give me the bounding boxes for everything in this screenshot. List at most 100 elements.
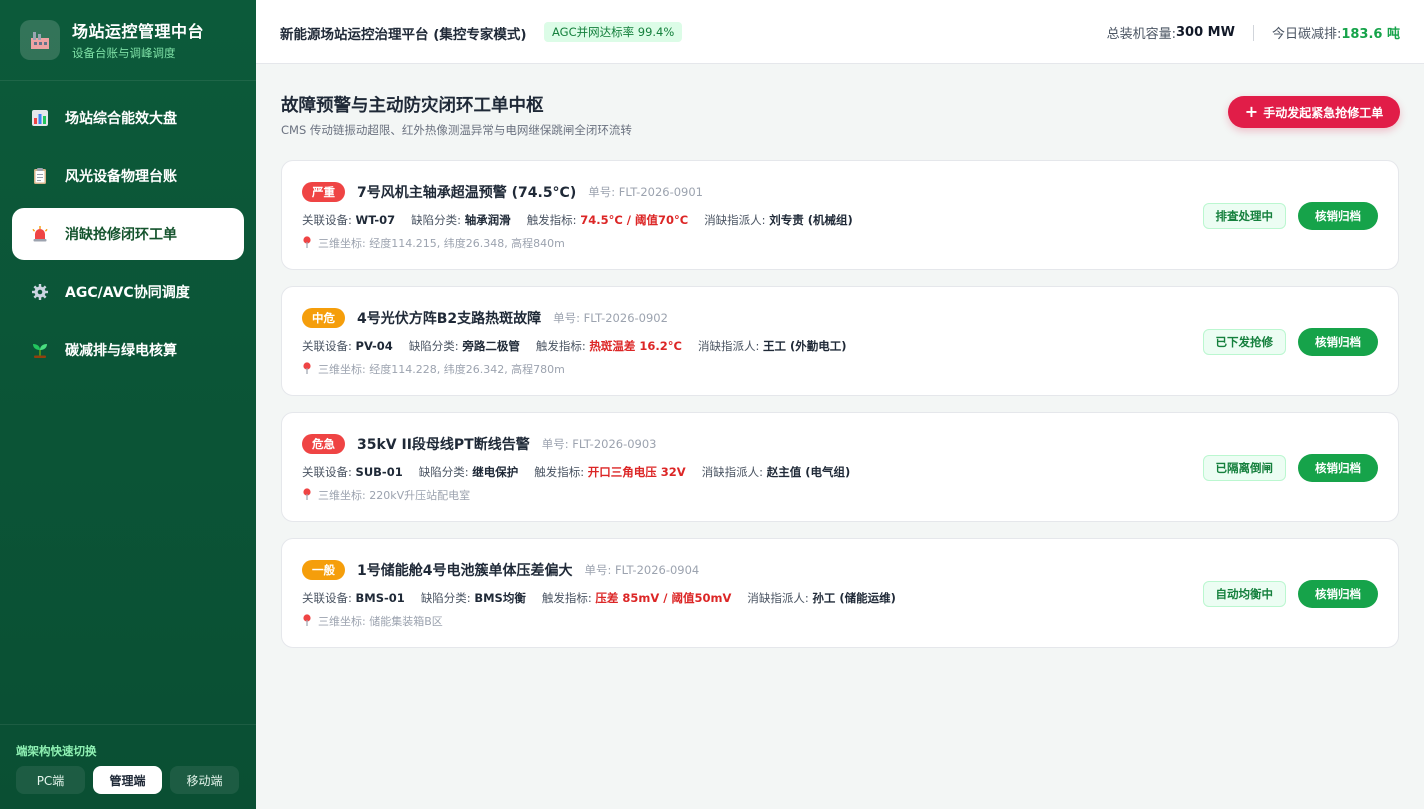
archive-button[interactable]: 核销归档 [1298, 328, 1378, 356]
coord-value: 220kV升压站配电室 [369, 489, 471, 502]
carbon-value: 183.6 吨 [1341, 27, 1400, 42]
location-pin-icon [302, 487, 312, 503]
severity-badge: 一般 [302, 560, 345, 580]
ticket-list: 严重 7号风机主轴承超温预警 (74.5°C) 单号: FLT-2026-090… [281, 160, 1399, 664]
category-label: 缺陷分类: [420, 591, 471, 605]
switch-admin-button[interactable]: 管理端 [93, 766, 162, 794]
location-pin-icon [302, 361, 312, 377]
status-badge: 已下发抢修 [1202, 329, 1286, 355]
assignee-value: 孙工 (储能运维) [812, 591, 896, 605]
trigger-label: 触发指标: [526, 213, 577, 227]
brand: 场站运控管理中台 设备台账与调峰调度 [20, 18, 204, 61]
sidebar-item-ledger[interactable]: 风光设备物理台账 [12, 150, 244, 202]
device-value: WT-07 [355, 213, 396, 227]
page-title: 故障预警与主动防灾闭环工单中枢 [281, 96, 544, 116]
emergency-ticket-button[interactable]: + 手动发起紧急抢修工单 [1228, 96, 1400, 128]
status-badge: 自动均衡中 [1202, 581, 1286, 607]
capacity-value: 300 MW [1176, 25, 1235, 40]
sidebar: 场站运控管理中台 设备台账与调峰调度 场站综合能效大盘 风光设备物理台账 消缺抢… [0, 0, 256, 809]
status-badge: 排查处理中 [1202, 203, 1286, 229]
coord-label: 三维坐标: [318, 489, 366, 502]
trigger-label: 触发指标: [534, 465, 585, 479]
status-badge: 已隔离倒闸 [1202, 455, 1286, 481]
agc-rate-badge: AGC并网达标率 99.4% [544, 22, 683, 42]
category-value: 继电保护 [472, 465, 519, 479]
sidebar-item-dashboard[interactable]: 场站综合能效大盘 [12, 92, 244, 144]
ticket-card: 中危 4号光伏方阵B2支路热斑故障 单号: FLT-2026-0902 关联设备… [281, 286, 1399, 396]
trigger-value: 压差 85mV / 阈值50mV [595, 591, 732, 605]
siren-icon [30, 224, 50, 244]
location-pin-icon [302, 613, 312, 629]
assignee-label: 消缺指派人: [704, 213, 766, 227]
carbon-label: 今日碳减排: [1271, 27, 1342, 42]
seedling-icon [30, 340, 50, 360]
category-value: 旁路二极管 [462, 339, 520, 353]
switch-pc-button[interactable]: PC端 [16, 766, 85, 794]
category-label: 缺陷分类: [418, 465, 469, 479]
ticket-title: 4号光伏方阵B2支路热斑故障 [357, 311, 542, 327]
device-label: 关联设备: [302, 591, 352, 605]
ticket-card: 一般 1号储能舱4号电池簇单体压差偏大 单号: FLT-2026-0904 关联… [281, 538, 1399, 648]
coord-label: 三维坐标: [318, 237, 366, 250]
switch-title: 端架构快速切换 [16, 744, 97, 758]
device-label: 关联设备: [302, 339, 352, 353]
sidebar-item-label: AGC/AVC协同调度 [65, 285, 190, 301]
divider [0, 80, 256, 81]
archive-button[interactable]: 核销归档 [1298, 454, 1378, 482]
device-value: PV-04 [355, 339, 393, 353]
platform-title: 新能源场站运控治理平台 (集控专家模式) [280, 27, 527, 43]
coord-value: 储能集装箱B区 [369, 615, 443, 628]
severity-badge: 中危 [302, 308, 345, 328]
coord-label: 三维坐标: [318, 363, 366, 376]
archive-button[interactable]: 核销归档 [1298, 202, 1378, 230]
clipboard-icon [30, 166, 50, 186]
category-label: 缺陷分类: [411, 213, 462, 227]
emergency-button-label: 手动发起紧急抢修工单 [1263, 105, 1384, 120]
category-value: 轴承润滑 [464, 213, 511, 227]
sidebar-nav: 场站综合能效大盘 风光设备物理台账 消缺抢修闭环工单 AGC/AVC协同调度 碳… [12, 92, 244, 382]
factory-icon [20, 19, 60, 60]
trigger-value: 热斑温差 16.2°C [589, 339, 682, 353]
sidebar-item-agc[interactable]: AGC/AVC协同调度 [12, 266, 244, 318]
device-value: SUB-01 [355, 465, 403, 479]
assignee-value: 王工 (外勤电工) [762, 339, 847, 353]
sidebar-item-carbon[interactable]: 碳减排与绿电核算 [12, 324, 244, 376]
gear-icon [30, 282, 50, 302]
ticket-number: 单号: FLT-2026-0904 [584, 563, 700, 577]
assignee-label: 消缺指派人: [697, 339, 760, 353]
severity-badge: 危急 [302, 434, 345, 454]
sidebar-item-label: 场站综合能效大盘 [65, 111, 177, 127]
assignee-value: 赵主值 (电气组) [766, 465, 851, 479]
ticket-card: 危急 35kV II段母线PT断线告警 单号: FLT-2026-0903 关联… [281, 412, 1399, 522]
trigger-value: 开口三角电压 32V [587, 465, 686, 479]
category-value: BMS均衡 [474, 591, 526, 605]
capacity-label: 总装机容量: [1106, 27, 1176, 42]
severity-badge: 严重 [302, 182, 345, 202]
ticket-number: 单号: FLT-2026-0903 [541, 437, 657, 451]
location-pin-icon [302, 235, 312, 251]
brand-title: 场站运控管理中台 [72, 22, 205, 41]
device-value: BMS-01 [355, 591, 405, 605]
top-bar: 新能源场站运控治理平台 (集控专家模式) AGC并网达标率 99.4% 总装机容… [256, 0, 1424, 64]
category-label: 缺陷分类: [408, 339, 459, 353]
trigger-value: 74.5°C / 阈值70°C [580, 213, 689, 227]
sidebar-item-label: 碳减排与绿电核算 [65, 343, 177, 359]
assignee-label: 消缺指派人: [747, 591, 809, 605]
device-label: 关联设备: [302, 213, 352, 227]
switch-mobile-button[interactable]: 移动端 [170, 766, 239, 794]
device-label: 关联设备: [302, 465, 352, 479]
ticket-title: 1号储能舱4号电池簇单体压差偏大 [357, 563, 573, 579]
plus-icon: + [1244, 102, 1259, 121]
sidebar-item-label: 风光设备物理台账 [65, 169, 177, 185]
archive-button[interactable]: 核销归档 [1298, 580, 1378, 608]
brand-subtitle: 设备台账与调峰调度 [72, 46, 176, 60]
sidebar-item-label: 消缺抢修闭环工单 [65, 227, 177, 243]
coord-label: 三维坐标: [318, 615, 366, 628]
sidebar-item-tickets[interactable]: 消缺抢修闭环工单 [12, 208, 244, 260]
trigger-label: 触发指标: [535, 339, 586, 353]
bar-chart-icon [30, 108, 50, 128]
ticket-number: 单号: FLT-2026-0902 [553, 311, 668, 325]
ticket-card: 严重 7号风机主轴承超温预警 (74.5°C) 单号: FLT-2026-090… [281, 160, 1399, 270]
assignee-value: 刘专责 (机械组) [769, 213, 853, 227]
platform-switch: 端架构快速切换 PC端 管理端 移动端 [0, 724, 256, 809]
